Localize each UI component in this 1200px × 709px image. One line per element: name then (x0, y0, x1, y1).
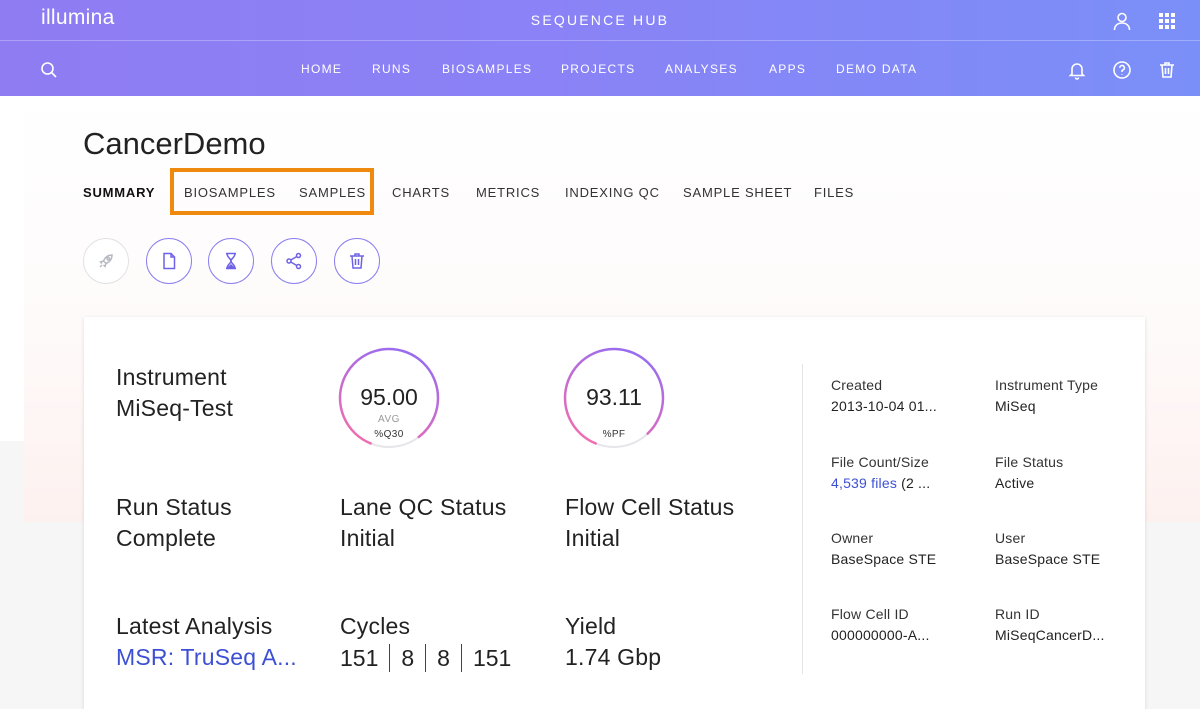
apps-grid-icon[interactable] (1155, 9, 1179, 33)
app-header: illumina SEQUENCE HUB HOME RUNS BIOSAMPL… (0, 0, 1200, 96)
launch-app-button[interactable] (83, 238, 129, 284)
file-count-link[interactable]: 4,539 files (831, 475, 897, 491)
flow-cell-id-value: 000000000-A... (831, 627, 930, 643)
nav-biosamples[interactable]: BIOSAMPLES (442, 62, 532, 76)
nav-analyses[interactable]: ANALYSES (665, 62, 738, 76)
tab-summary[interactable]: SUMMARY (83, 185, 155, 200)
owner-value: BaseSpace STE (831, 551, 937, 567)
latest-analysis-label: Latest Analysis (116, 613, 273, 639)
bell-icon[interactable] (1065, 58, 1089, 82)
tab-sample-sheet[interactable]: SAMPLE SHEET (683, 185, 792, 200)
run-summary-card: Instrument MiSeq-Test 95.00 AVG %Q30 93.… (84, 317, 1145, 709)
file-count-value: 4,539 files (2 ... (831, 475, 930, 491)
pf-name: %PF (602, 429, 626, 440)
cycles-index2: 8 (437, 644, 450, 671)
tab-highlight-box (170, 168, 374, 215)
delete-button[interactable] (334, 238, 380, 284)
instrument-type-label: Instrument Type (995, 377, 1099, 393)
flow-cell-status-value: Initial (565, 525, 621, 551)
cycles-index1: 8 (401, 644, 415, 671)
file-count-label: File Count/Size (831, 454, 929, 470)
yield-label: Yield (565, 613, 617, 639)
run-status-value: Complete (116, 525, 217, 551)
cycles-read1: 151 (340, 644, 379, 671)
user-label: User (995, 530, 1026, 546)
user-value: BaseSpace STE (995, 551, 1101, 567)
instrument-type-value: MiSeq (995, 398, 1036, 414)
owner-label: Owner (831, 530, 874, 546)
nav-projects[interactable]: PROJECTS (561, 62, 635, 76)
user-icon[interactable] (1110, 9, 1134, 33)
cycles-read2: 151 (472, 644, 512, 671)
lane-qc-value: Initial (340, 525, 396, 551)
trash-icon (350, 253, 364, 269)
launch-app-icon (99, 254, 113, 268)
instrument-value: MiSeq-Test (116, 395, 234, 421)
file-status-label: File Status (995, 454, 1064, 470)
q30-name: %Q30 (374, 429, 404, 440)
share-button[interactable] (271, 238, 317, 284)
help-icon[interactable] (1110, 58, 1134, 82)
flow-cell-status-label: Flow Cell Status (565, 494, 735, 520)
nav-apps[interactable]: APPS (769, 62, 806, 76)
document-button[interactable] (146, 238, 192, 284)
main-nav: HOME RUNS BIOSAMPLES PROJECTS ANALYSES A… (0, 62, 1200, 82)
header-top-row: illumina SEQUENCE HUB (0, 0, 1200, 41)
cycles-separator (389, 644, 391, 672)
tab-charts[interactable]: CHARTS (392, 185, 450, 200)
lane-qc-label: Lane QC Status (340, 494, 507, 520)
created-label: Created (831, 377, 883, 393)
hourglass-button[interactable] (208, 238, 254, 284)
latest-analysis-link[interactable]: MSR: TruSeq A... (116, 644, 297, 671)
cycles-label: Cycles (340, 613, 411, 639)
card-divider (802, 364, 803, 674)
tab-indexing-qc[interactable]: INDEXING QC (565, 185, 660, 200)
page-title: CancerDemo (83, 126, 266, 161)
run-status-label: Run Status (116, 494, 232, 520)
page-background-left (0, 96, 24, 441)
file-status-value: Active (995, 475, 1035, 491)
file-size-text: (2 ... (897, 475, 931, 491)
share-icon (286, 252, 302, 270)
tab-metrics[interactable]: METRICS (476, 185, 540, 200)
run-id-value: MiSeqCancerD... (995, 627, 1105, 643)
run-id-label: Run ID (995, 606, 1040, 622)
nav-demo-data[interactable]: DEMO DATA (836, 62, 917, 76)
created-value: 2013-10-04 01... (831, 398, 937, 414)
q30-value: 95.00 (360, 384, 418, 410)
pf-gauge: 93.11 %PF (562, 346, 666, 450)
document-icon (163, 252, 176, 270)
hourglass-icon (226, 252, 236, 270)
nav-home[interactable]: HOME (301, 62, 342, 76)
nav-runs[interactable]: RUNS (372, 62, 411, 76)
app-title: SEQUENCE HUB (530, 12, 670, 28)
tab-files[interactable]: FILES (814, 185, 854, 200)
yield-value: 1.74 Gbp (565, 644, 662, 670)
cycles-separator (460, 644, 462, 672)
flow-cell-id-label: Flow Cell ID (831, 606, 909, 622)
cycles-separator (425, 644, 427, 672)
q30-sub-label: AVG (378, 414, 400, 425)
pf-value: 93.11 (586, 384, 642, 410)
cycles-values: 151 8 8 151 (340, 644, 511, 672)
trash-icon[interactable] (1155, 58, 1179, 82)
q30-gauge: 95.00 AVG %Q30 (337, 346, 441, 450)
instrument-label: Instrument (116, 364, 227, 390)
